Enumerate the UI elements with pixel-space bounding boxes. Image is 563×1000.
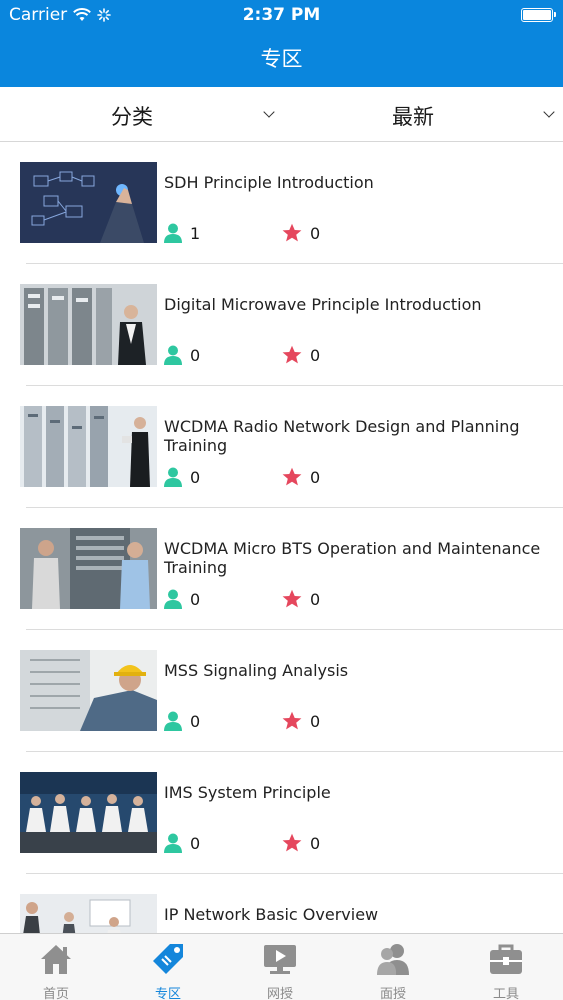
filter-bar: 分类 最新 (0, 87, 563, 142)
learner-count: 1 (164, 223, 200, 243)
course-title: WCDMA Micro BTS Operation and Maintenanc… (164, 539, 541, 577)
tab-home-label: 首页 (42, 987, 69, 1000)
tab-offline[interactable]: 面授 (337, 934, 449, 1000)
course-thumbnail (20, 772, 157, 853)
course-thumbnail (20, 406, 157, 487)
course-stats: 0 0 (164, 833, 544, 855)
star-icon (282, 711, 302, 730)
favorite-count: 0 (282, 223, 320, 243)
course-thumbnail (20, 162, 157, 243)
tab-tools-label: 工具 (492, 987, 519, 1000)
person-icon (164, 833, 182, 853)
course-item[interactable]: SDH Principle Introduction 1 0 (0, 142, 563, 264)
person-icon (164, 589, 182, 609)
status-bar: Carrier 2:37 PM (0, 0, 563, 30)
course-title: MSS Signaling Analysis (164, 661, 349, 680)
learner-count: 0 (164, 589, 200, 609)
learner-count-value: 0 (190, 833, 201, 853)
course-title: SDH Principle Introduction (164, 173, 374, 192)
favorite-count: 0 (282, 345, 320, 365)
learner-count: 0 (164, 711, 200, 731)
course-stats: 0 0 (164, 467, 544, 489)
tab-online[interactable]: 网授 (224, 934, 336, 1000)
tab-online-label: 网授 (266, 987, 293, 1000)
course-title: WCDMA Radio Network Design and Planning … (164, 417, 520, 455)
category-filter-dropdown[interactable]: 分类 (0, 87, 281, 142)
tag-icon (153, 944, 183, 974)
sort-filter-dropdown[interactable]: 最新 (281, 87, 563, 142)
learner-count-value: 0 (190, 345, 201, 365)
person-icon (164, 345, 182, 365)
star-icon (282, 345, 302, 364)
star-icon (282, 833, 302, 852)
learner-count-value: 0 (190, 589, 201, 609)
learner-count-value: 1 (190, 223, 201, 243)
tab-offline-label: 面授 (379, 987, 406, 1000)
favorite-count: 0 (282, 467, 320, 487)
course-stats: 1 0 (164, 223, 544, 245)
course-title: IP Network Basic Overview (164, 905, 379, 924)
course-stats: 0 0 (164, 589, 544, 611)
course-thumbnail (20, 528, 157, 609)
learner-count: 0 (164, 467, 200, 487)
person-icon (164, 467, 182, 487)
tab-bar: 首页 专区 网授 面授 工具 (0, 933, 563, 1000)
category-filter-label: 分类 (111, 105, 153, 129)
favorite-count: 0 (282, 589, 320, 609)
course-thumbnail (20, 284, 157, 365)
tab-zone[interactable]: 专区 (112, 934, 224, 1000)
tab-zone-label: 专区 (154, 987, 181, 1000)
learner-count: 0 (164, 833, 200, 853)
learner-count-value: 0 (190, 467, 201, 487)
favorite-count-value: 0 (310, 589, 321, 609)
favorite-count-value: 0 (310, 345, 321, 365)
home-icon (41, 945, 71, 974)
course-item[interactable]: IMS System Principle 0 0 (0, 752, 563, 874)
course-stats: 0 0 (164, 711, 544, 733)
tab-tools[interactable]: 工具 (450, 934, 562, 1000)
chevron-down-icon (263, 106, 275, 118)
course-item[interactable]: WCDMA Micro BTS Operation and Maintenanc… (0, 508, 563, 630)
course-title: Digital Microwave Principle Introduction (164, 295, 482, 314)
course-item[interactable]: Digital Microwave Principle Introduction… (0, 264, 563, 386)
person-icon (164, 223, 182, 243)
video-icon (264, 945, 296, 974)
star-icon (282, 589, 302, 608)
status-time: 2:37 PM (242, 5, 321, 25)
favorite-count: 0 (282, 711, 320, 731)
favorite-count-value: 0 (310, 711, 321, 731)
chevron-down-icon (543, 106, 555, 118)
course-title: IMS System Principle (164, 783, 331, 802)
battery-icon (521, 8, 556, 22)
header: Carrier 2:37 PM 专区 (0, 0, 563, 87)
sort-filter-label: 最新 (392, 105, 434, 129)
learner-count-value: 0 (190, 711, 201, 731)
favorite-count-value: 0 (310, 467, 321, 487)
favorite-count-value: 0 (310, 223, 321, 243)
course-item[interactable]: MSS Signaling Analysis 0 0 (0, 630, 563, 752)
page-title: 专区 (260, 47, 303, 71)
toolbox-icon (490, 944, 522, 974)
tab-home[interactable]: 首页 (0, 934, 112, 1000)
course-item[interactable]: WCDMA Radio Network Design and Planning … (0, 386, 563, 508)
course-thumbnail (20, 650, 157, 731)
people-icon (377, 944, 409, 975)
favorite-count: 0 (282, 833, 320, 853)
star-icon (282, 467, 302, 486)
course-stats: 0 0 (164, 345, 544, 367)
person-icon (164, 711, 182, 731)
learner-count: 0 (164, 345, 200, 365)
star-icon (282, 223, 302, 242)
favorite-count-value: 0 (310, 833, 321, 853)
